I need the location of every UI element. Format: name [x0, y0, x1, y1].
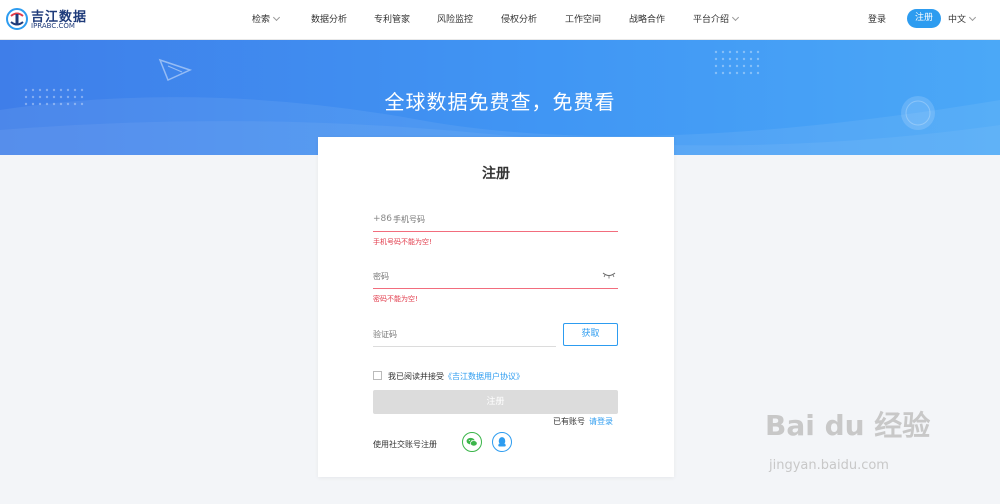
agreement-link[interactable]: 《吉江数据用户协议》 [444, 372, 524, 381]
wechat-icon[interactable] [462, 432, 482, 452]
agreement-checkbox[interactable] [373, 371, 382, 380]
password-field [373, 265, 618, 289]
top-navbar: 吉江数据 IPRABC.COM 检索 数据分析 专利管家 风险监控 侵权分析 工… [0, 0, 1000, 40]
captcha-input[interactable] [373, 323, 553, 345]
nav-item-risk-monitor[interactable]: 风险监控 [437, 12, 473, 25]
qq-icon[interactable] [492, 432, 512, 452]
nav-item-infringement-analysis[interactable]: 侵权分析 [501, 12, 537, 25]
logo-mark-icon [6, 8, 28, 30]
watermark: Bai du 经验 jingyan.baidu.com [765, 400, 965, 490]
phone-prefix[interactable]: +86 [373, 214, 392, 224]
eye-closed-icon[interactable] [602, 271, 616, 279]
phone-error: 手机号码不能为空! [373, 238, 432, 246]
phone-field: +86 [373, 208, 618, 232]
banner-title: 全球数据免费查，免费看 [384, 90, 616, 114]
has-account-row: 已有账号 请登录 [553, 416, 613, 427]
agreement-row: 我已阅读并接受《吉江数据用户协议》 [373, 371, 524, 383]
get-code-button[interactable]: 获取 [563, 323, 618, 346]
social-register-label: 使用社交账号注册 [373, 440, 437, 449]
submit-register-button[interactable]: 注册 [373, 390, 618, 414]
nav-label: 平台介绍 [693, 15, 730, 25]
has-account-text: 已有账号 [553, 417, 585, 426]
agreement-text: 我已阅读并接受 [388, 372, 444, 381]
register-button[interactable]: 注册 [907, 9, 941, 28]
nav-item-platform-intro[interactable]: 平台介绍 [693, 12, 740, 25]
chevron-down-icon [731, 13, 740, 22]
captcha-field [373, 323, 556, 347]
chevron-down-icon [272, 13, 281, 22]
language-label: 中文 [948, 15, 967, 25]
form-title: 注册 [482, 166, 510, 182]
watermark-text: Bai du 经验 [765, 409, 931, 442]
nav-label: 检索 [252, 15, 271, 25]
logo-subtitle: IPRABC.COM [31, 22, 75, 30]
password-error: 密码不能为空! [373, 295, 418, 303]
nav-item-strategic-cooperation[interactable]: 战略合作 [629, 12, 665, 25]
nav-item-search[interactable]: 检索 [252, 12, 281, 25]
login-button[interactable]: 登录 [868, 12, 886, 25]
chevron-down-icon [968, 13, 977, 22]
language-selector[interactable]: 中文 [948, 12, 977, 25]
register-card: 注册 +86 手机号码不能为空! 密码不能为空! 获取 我已阅读并接受《吉江数据… [318, 137, 674, 477]
logo[interactable]: 吉江数据 IPRABC.COM [6, 6, 96, 34]
login-link[interactable]: 请登录 [589, 417, 613, 426]
nav-item-workspace[interactable]: 工作空间 [565, 12, 601, 25]
phone-input[interactable] [393, 208, 613, 230]
password-input[interactable] [373, 265, 593, 287]
watermark-subtext: jingyan.baidu.com [769, 458, 889, 473]
nav-item-data-analysis[interactable]: 数据分析 [311, 12, 347, 25]
nav-item-patent-manager[interactable]: 专利管家 [374, 12, 410, 25]
